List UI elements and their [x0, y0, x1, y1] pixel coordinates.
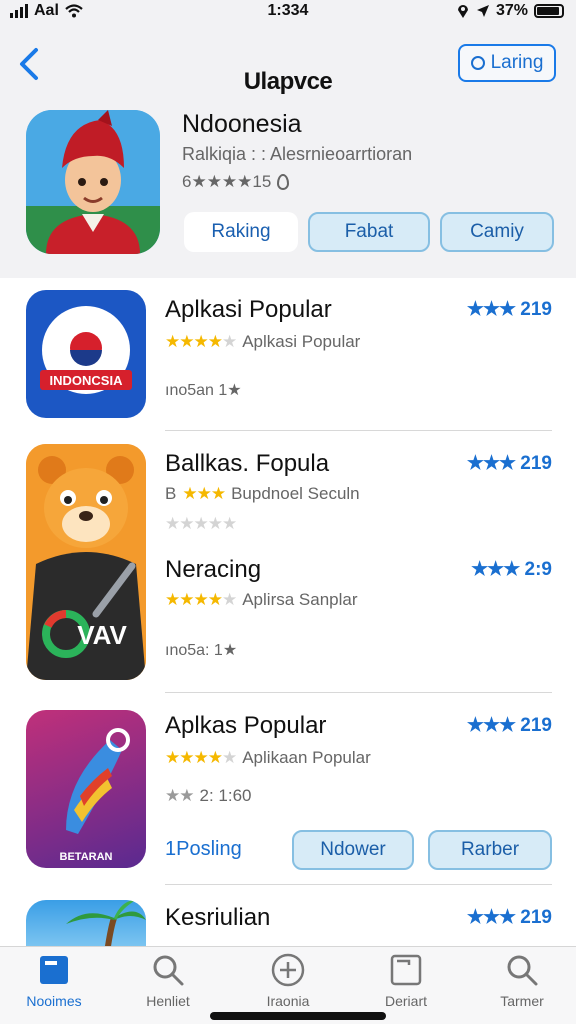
app-score: ★★★ 2:9 [471, 558, 552, 581]
app-subtitle-row: ★★★★★ Aplkasi Popular [165, 332, 360, 352]
rating-stars-icon: ★★★ [471, 559, 520, 580]
tab-label: Tarmer [500, 993, 544, 1009]
share-button[interactable]: Rarber [428, 830, 552, 870]
app-score: ★★★ 219 [467, 714, 552, 737]
app-icon-bear[interactable]: VAV [26, 444, 146, 680]
app-subtitle-row: B ★★★ Bupdnoel Seculn [165, 484, 360, 504]
battery-percent: 37% [495, 2, 528, 19]
app-score-value: 219 [520, 299, 552, 320]
app-icon-label: BETARAN [60, 851, 113, 863]
app-name[interactable]: Ballkas. Fopula [165, 450, 329, 478]
app-score-value: 219 [520, 715, 552, 736]
tab-label: Henliet [146, 993, 190, 1009]
battery-icon [534, 4, 564, 18]
app-subtitle: Aplirsa Sanplar [242, 590, 358, 609]
featured-app-icon[interactable] [26, 110, 160, 254]
globe-icon [470, 56, 485, 70]
tab-ranking[interactable]: Raking [184, 212, 298, 252]
rating-stars-icon: ★★★★★ [165, 748, 237, 767]
tab-label: Iraonia [266, 993, 310, 1009]
location-icon [457, 5, 468, 18]
app-score: ★★★ 219 [467, 452, 552, 475]
tab-tarmer[interactable]: Tarmer [472, 953, 572, 1009]
tablet-icon [390, 954, 422, 986]
search-icon [507, 955, 538, 986]
app-rating-row: ★★★★★ [165, 514, 237, 534]
app-score-value: 219 [520, 907, 552, 928]
app-subtitle: Aplikaan Popular [242, 748, 371, 767]
app-subtitle-prefix: B [165, 484, 177, 503]
rating-stars-icon: ★★★★★ [165, 514, 237, 533]
rating-stars-icon: ★★★ [466, 715, 516, 736]
row-divider [165, 692, 552, 693]
app-name[interactable]: Aplkas Popular [165, 712, 326, 740]
featured-app-subtitle: Ralkiqia : : Alesrnieoarrtioran [182, 144, 413, 164]
app-icon-graphic: INDONCSIA [40, 306, 132, 394]
featured-rating-text: 6★★★★15 [182, 172, 272, 191]
tab-home[interactable]: Nooimes [4, 953, 104, 1009]
app-score: ★★★ 219 [467, 906, 552, 929]
app-icon-betaran[interactable]: BETARAN [26, 710, 146, 868]
app-subtitle-row: ★★★★★ Aplirsa Sanplar [165, 590, 358, 610]
tab-deriart[interactable]: Deriart [356, 953, 456, 1009]
plus-circle-icon [271, 953, 305, 987]
app-name[interactable]: Kesriulian [165, 904, 270, 932]
tab-henliet[interactable]: Henliet [118, 953, 218, 1009]
person-icon [277, 174, 290, 190]
home-indicator[interactable] [210, 1012, 386, 1020]
navigation-arrow-icon [476, 5, 489, 17]
app-header: Ulapvce Laring Ndoonesia Ralkiqia : : Al… [0, 24, 576, 278]
app-subtitle: Bupdnoel Seculn [231, 484, 360, 503]
tab-iraonia[interactable]: Iraonia [238, 953, 338, 1009]
tab-camiy[interactable]: Camiy [440, 212, 554, 252]
language-button[interactable]: Laring [458, 44, 556, 82]
posting-link[interactable]: 1Posling [165, 838, 242, 861]
app-meta: 2: 1:60 [199, 786, 252, 805]
tab-label: Nooimes [26, 993, 82, 1009]
tab-fabat[interactable]: Fabat [308, 212, 430, 252]
rating-stars-icon: ★★★ [182, 484, 226, 503]
app-icon-label: VAV [77, 620, 127, 650]
row-divider [165, 884, 552, 885]
language-button-label: Laring [490, 52, 544, 73]
status-bar: Aal 1:334 37% [0, 0, 576, 24]
app-meta: ıno5an 1★ [165, 382, 242, 399]
app-icon-indonesia[interactable]: INDONCSIA [26, 290, 146, 418]
rating-stars-icon: ★★★★★ [165, 332, 237, 351]
app-score-value: 2:9 [524, 559, 552, 580]
app-name[interactable]: Neracing [165, 556, 261, 584]
featured-app-rating: 6★★★★15 [182, 172, 290, 192]
app-score-value: 219 [520, 453, 552, 474]
status-right: 37% [456, 2, 564, 20]
rating-stars-icon: ★★★ [466, 907, 516, 928]
rating-stars-icon: ★★★ [466, 453, 516, 474]
home-icon [40, 956, 68, 984]
app-meta: ıno5a: 1★ [165, 642, 238, 659]
app-score: ★★★ 219 [467, 298, 552, 321]
app-icon-graphic: VAV [26, 444, 146, 680]
rating-stars-icon: ★★★ [466, 299, 516, 320]
row-divider [165, 430, 552, 431]
app-subtitle-row: ★★★★★ Aplikaan Popular [165, 748, 371, 768]
rating-stars-icon: ★★★★★ [165, 590, 237, 609]
app-icon-graphic: BETARAN [60, 728, 130, 863]
search-icon [153, 955, 184, 986]
download-button[interactable]: Ndower [292, 830, 414, 870]
app-subtitle: Aplkasi Popular [242, 332, 361, 351]
app-icon-label: INDONCSIA [50, 373, 124, 388]
tab-label: Deriart [384, 993, 427, 1009]
rating-stars-icon: ★★ [165, 786, 195, 805]
featured-app-title[interactable]: Ndoonesia [182, 110, 302, 139]
app-name[interactable]: Aplkasi Popular [165, 296, 332, 324]
app-meta-row: ★★ 2: 1:60 [165, 786, 251, 806]
featured-character-illustration [26, 110, 160, 254]
